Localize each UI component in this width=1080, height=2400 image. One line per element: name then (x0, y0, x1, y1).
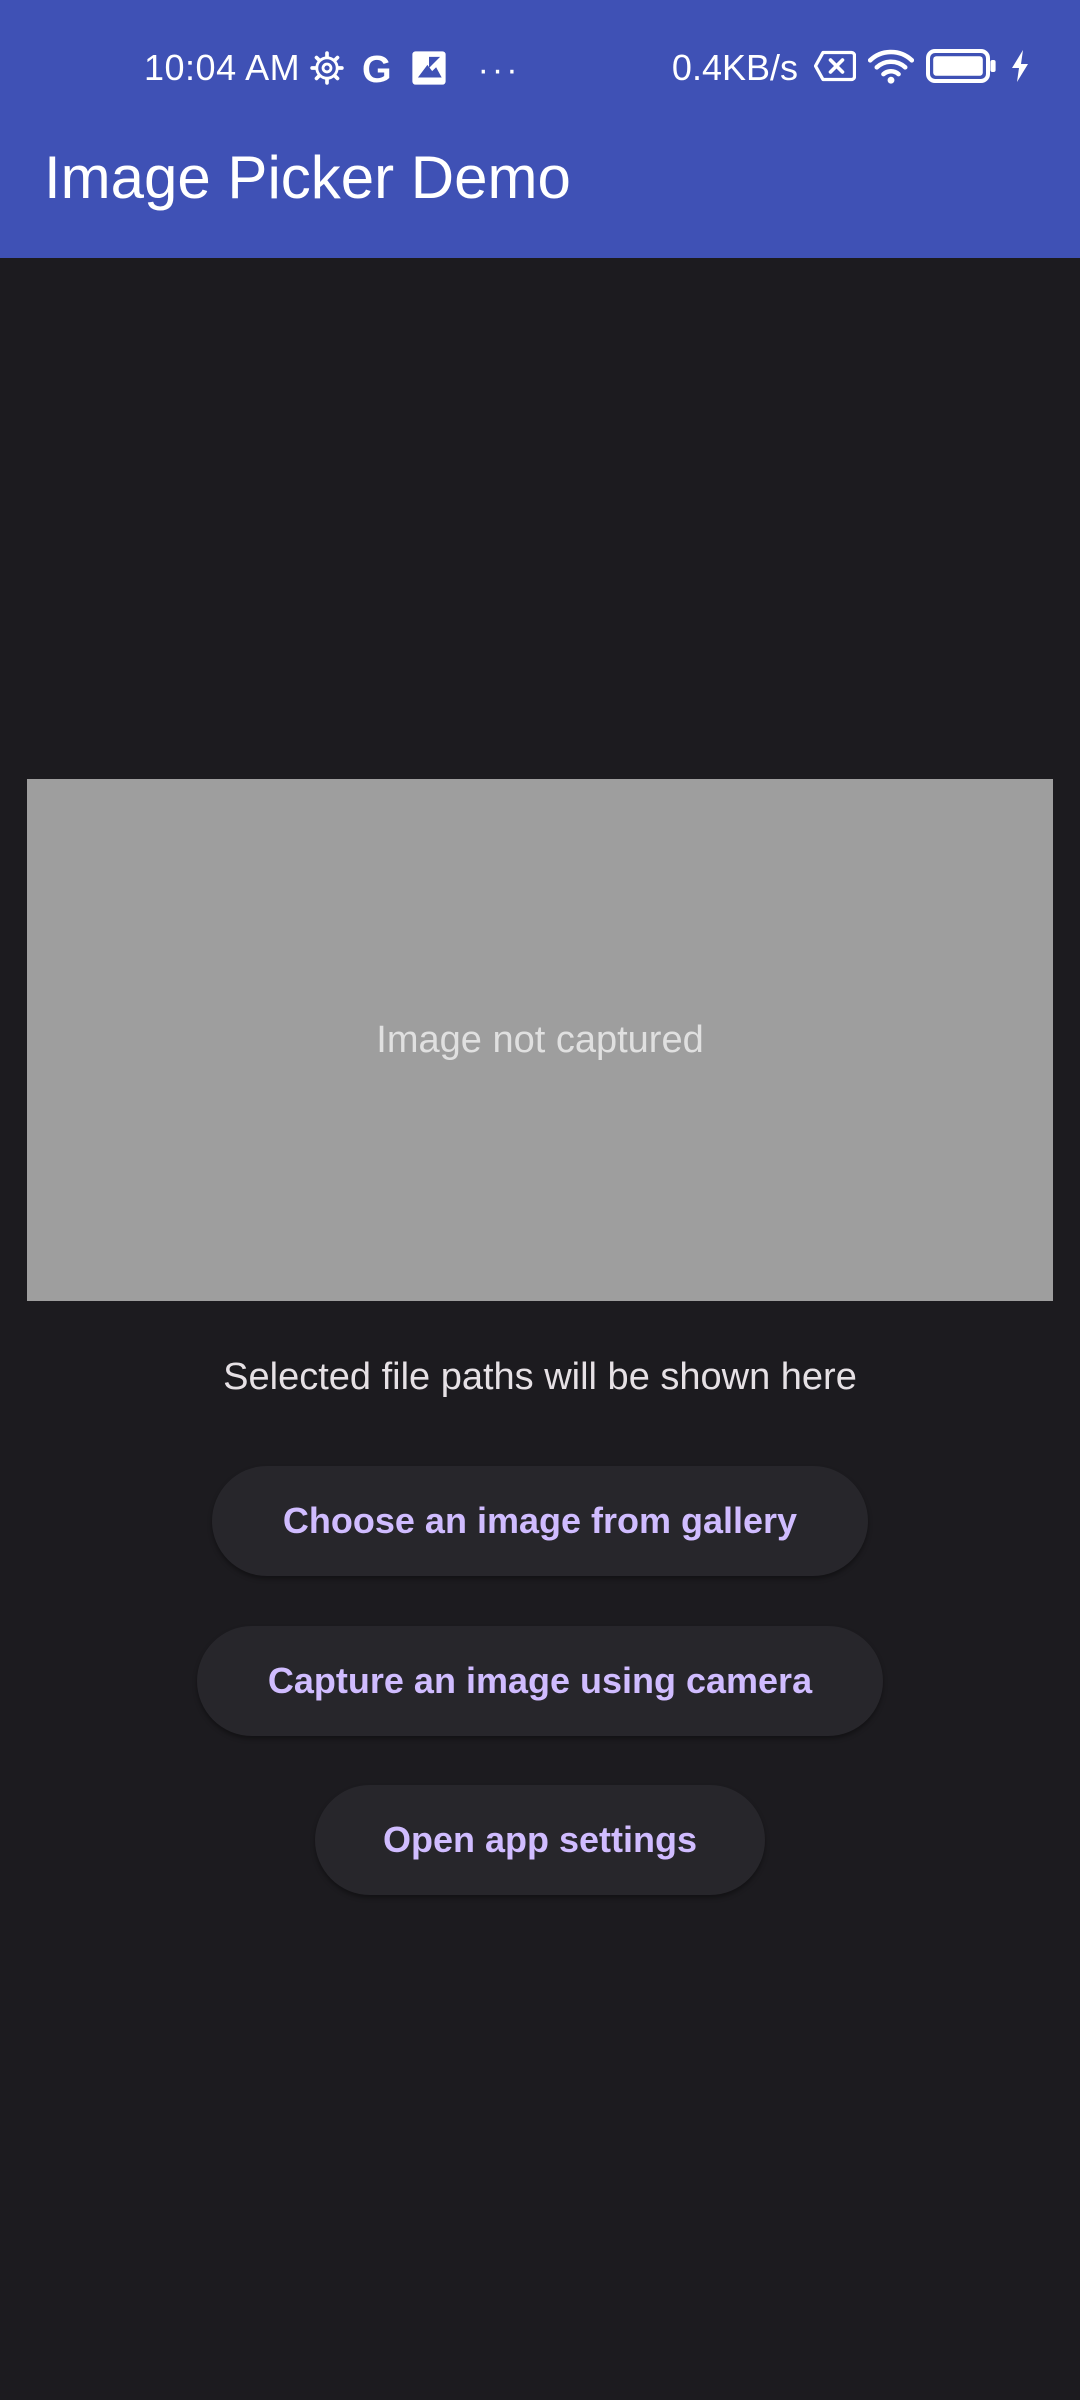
image-placeholder-text: Image not captured (376, 1019, 704, 1061)
choose-from-gallery-button[interactable]: Choose an image from gallery (212, 1466, 868, 1576)
settings-gear-icon (310, 50, 344, 90)
notification-icons: G ··· (310, 50, 521, 90)
image-preview-placeholder: Image not captured (27, 779, 1053, 1301)
file-paths-text: Selected file paths will be shown here (223, 1356, 857, 1398)
system-icons: 0.4KB/s (672, 46, 1030, 90)
more-notifications-icon: ··· (477, 51, 521, 89)
network-speed: 0.4KB/s (671, 47, 798, 88)
choose-from-gallery-label: Choose an image from gallery (282, 1500, 798, 1541)
screen: 10:04 AM G ··· 0.4KB/s Image Picker Demo… (0, 0, 1080, 2400)
open-app-settings-label: Open app settings (382, 1819, 698, 1860)
status-bar: 10:04 AM G ··· 0.4KB/s (0, 0, 1080, 140)
status-time: 10:04 AM (144, 47, 301, 88)
wifi-icon (867, 48, 915, 89)
sim-no-signal-icon (813, 49, 857, 88)
open-app-settings-button[interactable]: Open app settings (315, 1785, 765, 1895)
capture-with-camera-label: Capture an image using camera (267, 1660, 813, 1701)
charging-bolt-icon (1010, 49, 1030, 87)
capture-with-camera-button[interactable]: Capture an image using camera (197, 1626, 883, 1736)
app-title: Image Picker Demo (44, 144, 571, 211)
photos-icon (410, 49, 448, 92)
app-header: 10:04 AM G ··· 0.4KB/s Image Picker Demo (0, 0, 1080, 258)
google-icon: G (362, 49, 392, 91)
battery-icon (926, 48, 998, 88)
